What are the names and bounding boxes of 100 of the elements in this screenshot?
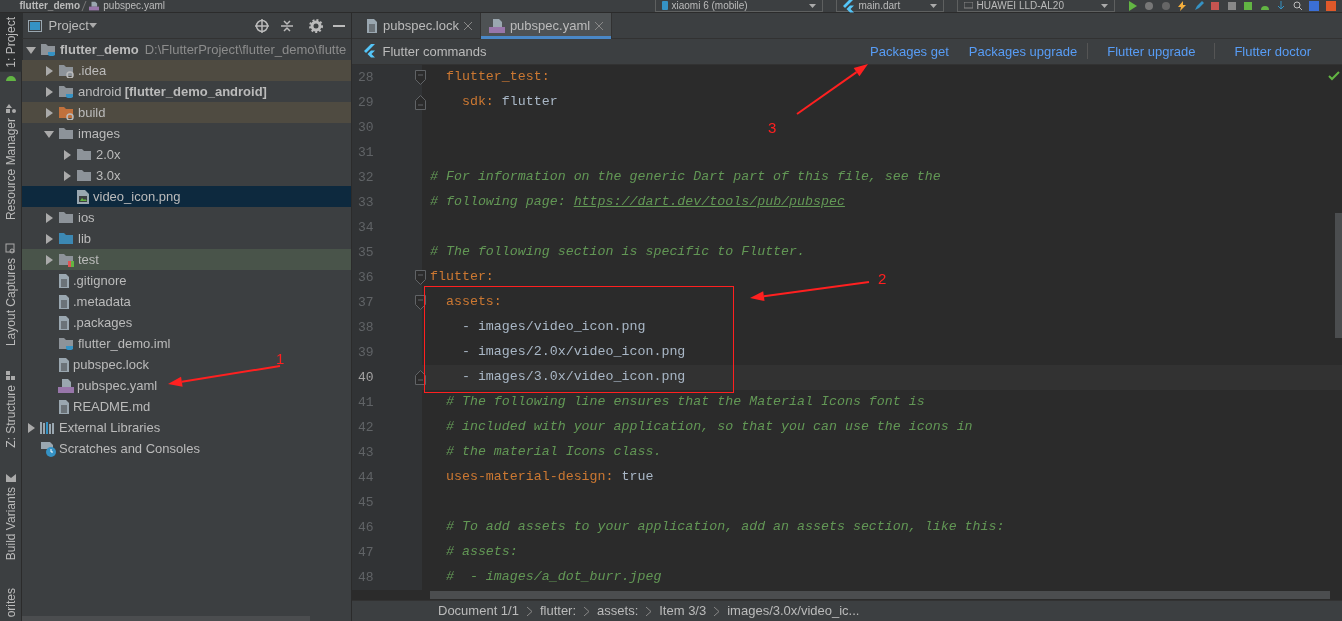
tree-item[interactable]: pubspec.lock [22, 354, 149, 375]
horizontal-scrollbar[interactable] [430, 591, 1330, 600]
collapsed-arrow-icon[interactable] [62, 149, 72, 160]
flutter-logo-icon [842, 0, 855, 13]
download-icon[interactable] [1276, 1, 1286, 11]
folder-icon [76, 147, 93, 162]
tree-item[interactable]: .idea [22, 60, 351, 81]
expanded-arrow-icon[interactable] [44, 128, 54, 139]
breadcrumb-item[interactable]: flutter: [539, 601, 577, 621]
collapsed-arrow-icon[interactable] [26, 422, 36, 433]
build-icon [4, 471, 17, 483]
item-label: android [78, 82, 122, 101]
tree-item[interactable]: .metadata [22, 291, 131, 312]
editor-tab[interactable]: pubspec.yaml [480, 13, 613, 39]
breadcrumb-item[interactable]: assets: [597, 601, 639, 621]
yaml-file-icon [58, 377, 74, 394]
command-link[interactable]: Packages upgrade [958, 41, 1088, 62]
phone-icon [661, 1, 668, 10]
close-icon[interactable] [463, 22, 472, 30]
side-tab[interactable]: Build Variants [0, 482, 23, 564]
search-icon[interactable] [1292, 1, 1303, 11]
fold-marker-icon[interactable] [415, 94, 426, 110]
collapsed-arrow-icon[interactable] [44, 107, 54, 118]
item-label: build [78, 103, 106, 122]
tree-item[interactable]: External Libraries [22, 417, 161, 438]
collapsed-arrow-icon[interactable] [44, 212, 54, 223]
tree-item[interactable]: flutter_demo.iml [22, 333, 171, 354]
project-name[interactable]: flutter_demo [19, 0, 81, 12]
tree-item[interactable]: video_icon.png [22, 186, 351, 207]
structure-icon [4, 370, 17, 382]
folder-icon [58, 105, 75, 120]
tree-item[interactable]: 3.0x [22, 165, 121, 186]
collapsed-arrow-icon[interactable] [44, 254, 54, 265]
side-tab[interactable]: orites [0, 583, 23, 621]
tree-item[interactable]: .packages [22, 312, 133, 333]
command-link[interactable]: Flutter upgrade [1088, 41, 1215, 62]
expanded-arrow-icon[interactable] [26, 44, 36, 55]
caret-icon[interactable] [88, 23, 97, 28]
fold-marker-icon[interactable] [415, 69, 426, 85]
collapsed-arrow-icon[interactable] [44, 86, 54, 97]
panel-title[interactable]: Project [48, 15, 89, 36]
item-label: lib [78, 229, 91, 248]
side-tab[interactable]: Resource Manager [0, 113, 23, 224]
fold-marker-icon[interactable] [415, 294, 426, 310]
tree-item[interactable]: .gitignore [22, 270, 127, 291]
dropdown-label: main.dart [858, 0, 902, 12]
breadcrumb-item[interactable]: Item 3/3 [659, 601, 707, 621]
item-label: External Libraries [59, 418, 161, 437]
run-icon[interactable] [1127, 1, 1138, 11]
side-tab[interactable]: Layout Captures [0, 254, 23, 351]
breadcrumb-item[interactable]: pubspec.yaml [88, 0, 165, 12]
library-icon [40, 420, 56, 435]
breadcrumb-item[interactable]: images/3.0x/video_ic... [727, 601, 860, 621]
fold-marker-icon[interactable] [415, 269, 426, 285]
code-text: - images/3.0x/video_icon.png [460, 368, 686, 387]
tree-item[interactable]: lib [22, 228, 91, 249]
fold-marker-icon[interactable] [415, 369, 426, 385]
item-label: README.md [73, 397, 151, 416]
tree-item[interactable]: flutter_demo D:\FlutterProject\flutter_demo\flutte [22, 39, 347, 60]
command-link[interactable]: Flutter doctor [1215, 41, 1330, 62]
item-label: .gitignore [73, 271, 127, 290]
code-link[interactable]: https://dart.dev/tools/pub/pubspec [573, 194, 845, 210]
vertical-scrollbar[interactable] [1335, 213, 1342, 338]
annotation-number: 1 [276, 349, 285, 369]
collapse-icon[interactable] [281, 18, 293, 33]
close-icon[interactable] [595, 22, 604, 30]
collapsed-arrow-icon[interactable] [44, 233, 54, 244]
code-text: flutter_test: [444, 68, 550, 87]
stop-icon[interactable] [1210, 1, 1220, 11]
dropdown-label: xiaomi 6 (mobile) [671, 0, 749, 12]
module-folder-icon [58, 336, 75, 351]
locate-icon[interactable] [255, 18, 269, 33]
tree-item[interactable]: test [22, 249, 351, 270]
side-tab[interactable]: 1: Project [0, 13, 23, 72]
collapsed-arrow-icon[interactable] [44, 65, 54, 76]
tree-item[interactable]: ios [22, 207, 95, 228]
chevron-icon [526, 606, 532, 616]
side-tab[interactable]: Z: Structure [0, 381, 23, 452]
check-icon [1328, 71, 1340, 81]
tree-item[interactable]: android [flutter_demo_android] [22, 81, 267, 102]
tree-item[interactable]: README.md [22, 396, 151, 417]
collapsed-arrow-icon[interactable] [62, 170, 72, 181]
settings-icon[interactable] [309, 18, 323, 33]
lightning-icon[interactable] [1177, 1, 1187, 11]
tree-item[interactable]: 2.0x [22, 144, 121, 165]
caret-icon [1100, 3, 1108, 8]
dropdown[interactable]: HUAWEI LLD-AL20 [956, 0, 1115, 12]
item-label: 2.0x [96, 145, 121, 164]
tree-item[interactable]: build [22, 102, 351, 123]
tree-item[interactable]: pubspec.yaml [22, 375, 158, 396]
tree-item[interactable]: images [22, 123, 120, 144]
horizontal-scrollbar[interactable] [22, 616, 310, 621]
breadcrumb-item[interactable]: Document 1/1 [438, 601, 519, 621]
tree-item[interactable]: Scratches and Consoles [22, 438, 200, 459]
edit-icon[interactable] [1193, 1, 1204, 11]
command-link[interactable]: Packages get [860, 41, 959, 62]
slash-icon [80, 1, 89, 11]
item-label: pubspec.yaml [77, 376, 158, 395]
dropdown[interactable]: main.dart [835, 0, 944, 12]
dropdown[interactable]: xiaomi 6 (mobile) [654, 0, 823, 12]
